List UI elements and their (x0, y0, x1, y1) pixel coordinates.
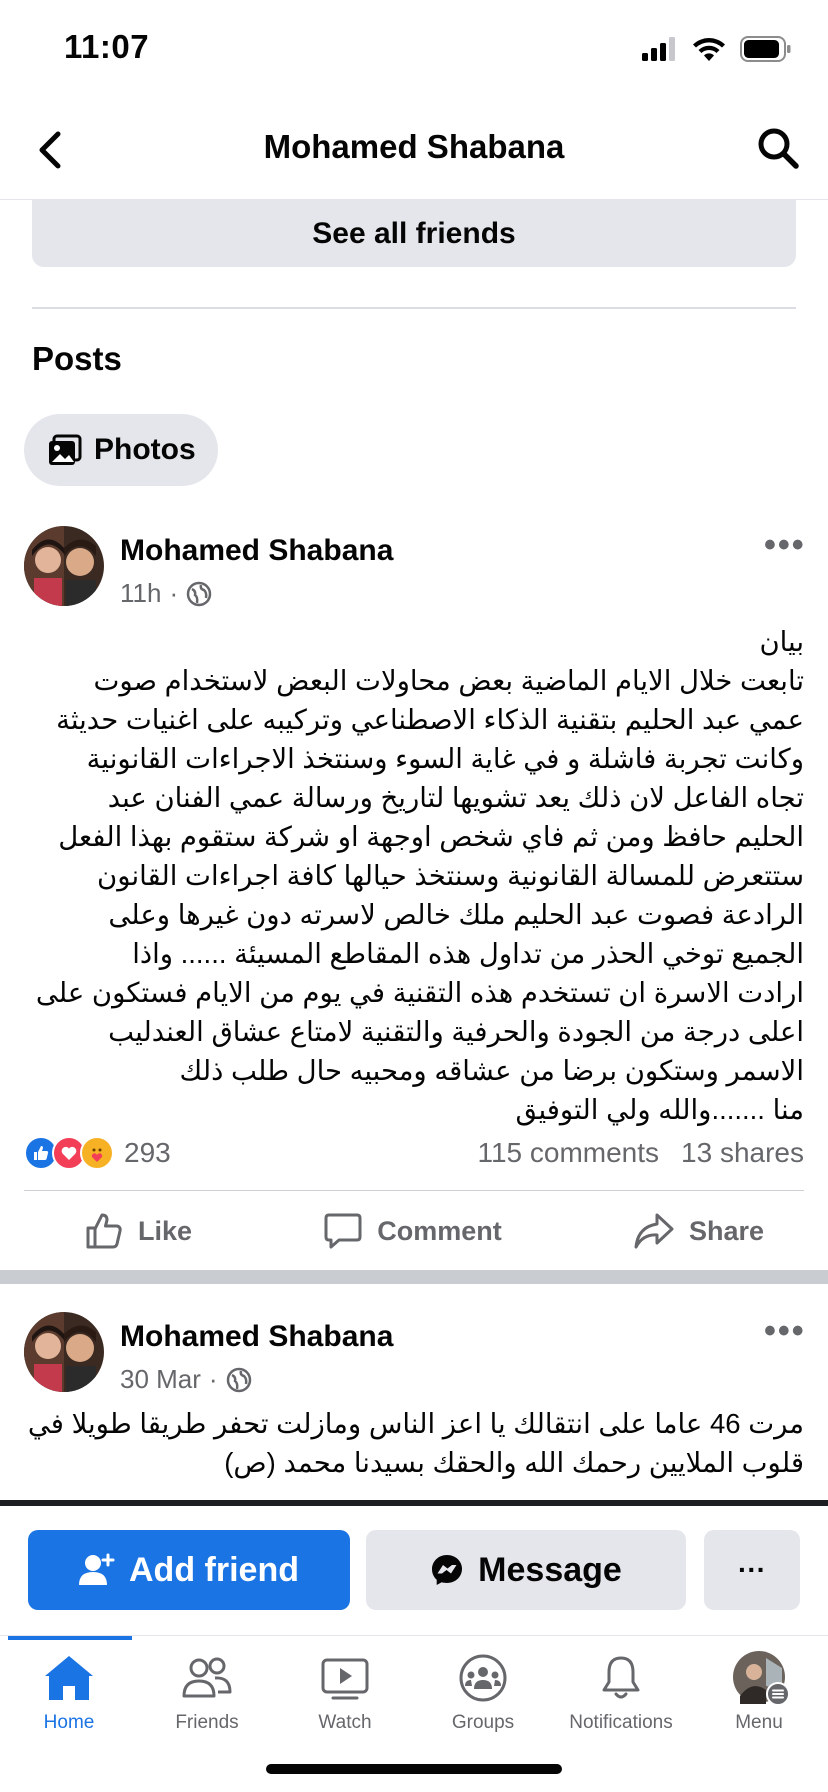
home-indicator (266, 1764, 562, 1774)
post-divider (24, 1190, 804, 1191)
post-body-line: الاسمر وستكون برضا من عشاقه ومحبيه حال ط… (179, 1055, 804, 1086)
photos-icon (49, 434, 82, 465)
add-person-icon (79, 1553, 115, 1585)
post-body-line: مرت 46 عاما على انتقالك يا اعز الناس وما… (27, 1408, 804, 1439)
tab-home[interactable]: Home (0, 1654, 138, 1734)
posts-heading: Posts (32, 340, 122, 377)
add-friend-label: Add friend (129, 1550, 299, 1589)
comment-button[interactable]: Comment (323, 1200, 502, 1262)
section-divider (32, 307, 796, 309)
tab-notifications[interactable]: Notifications (552, 1654, 690, 1734)
meta-separator: · (169, 578, 179, 608)
tab-watch[interactable]: Watch (276, 1654, 414, 1734)
care-reaction-icon (80, 1136, 114, 1170)
share-arrow-icon (634, 1213, 674, 1249)
post-body-line: تابعت خلال الايام الماضية بعض محاولات ال… (93, 665, 804, 696)
reaction-count: 293 (124, 1137, 171, 1168)
friends-icon (182, 1657, 232, 1698)
tab-friends[interactable]: Friends (138, 1654, 276, 1734)
add-friend-button[interactable]: Add friend (28, 1530, 350, 1610)
search-icon[interactable] (756, 126, 800, 170)
post-meta: 30 Mar · (120, 1364, 252, 1395)
post-body-line: منا .......والله ولي التوفيق (515, 1094, 804, 1125)
post-actions: Like Comment Share (24, 1200, 804, 1262)
wifi-icon (693, 38, 725, 61)
thumbs-up-icon (86, 1213, 122, 1249)
battery-icon (740, 36, 791, 62)
post-body-line: ستتعرض للمسالة القانونية وسنتخذ حيالها ك… (97, 860, 804, 891)
post-body-line: تجاه الفاعل لان ذلك يعد تشويها لتاريخ ور… (107, 782, 804, 813)
post-body: مرت 46 عاما على انتقالك يا اعز الناس وما… (24, 1404, 804, 1482)
post-body-line: الرادعة فصوت عبد الحليم ملك خالص لاسرته … (108, 899, 804, 930)
message-label: Message (478, 1550, 622, 1589)
photos-chip-label: Photos (94, 433, 196, 466)
tab-label: Groups (451, 1712, 515, 1733)
photos-filter-chip[interactable]: Photos (24, 414, 218, 486)
post-author-name[interactable]: Mohamed Shabana (120, 1320, 393, 1354)
status-time: 11:07 (64, 28, 150, 65)
post-body-line: وكانت تجربة فاشلة و في غاية السوء وسنتخذ… (86, 743, 804, 774)
post-body-line: قلوب الملايين رحمك الله والحقك بسيدنا مح… (224, 1447, 804, 1478)
post-body-line: الجميع توخي الحذر من تداول هذه المقاطع ا… (132, 938, 804, 969)
shares-count[interactable]: 13 shares (681, 1137, 804, 1169)
post-body-line: بيان (759, 626, 804, 657)
post-body-line: الحليم حافظ ومن ثم فاي شخص اوجهة او شركة… (58, 821, 804, 852)
profile-action-bar: Add friend Message ··· (0, 1506, 828, 1636)
comment-bubble-icon (324, 1213, 362, 1249)
tab-label: Menu (735, 1712, 783, 1733)
post-body-line: عمي عبد الحليم بتقنية الذكاء الاصطناعي و… (56, 704, 804, 735)
comments-count[interactable]: 115 comments (477, 1137, 659, 1169)
menu-lines-icon (766, 1682, 790, 1706)
see-all-friends-button[interactable]: See all friends (32, 200, 796, 267)
home-icon (45, 1656, 93, 1700)
post-body-line: ارادت الاسرة ان تستخدم هذه التقنية في يو… (35, 977, 804, 1008)
globe-icon (226, 1367, 251, 1392)
more-options-button[interactable]: ··· (704, 1530, 800, 1610)
like-button[interactable]: Like (84, 1200, 192, 1262)
post-author-avatar[interactable] (24, 526, 104, 606)
post-meta: 11h · (120, 578, 212, 609)
comment-label: Comment (377, 1215, 502, 1246)
like-label: Like (138, 1215, 193, 1246)
reaction-icons (24, 1136, 114, 1170)
post-author-name[interactable]: Mohamed Shabana (120, 534, 393, 568)
cellular-signal-icon (642, 37, 675, 61)
post-body-line: اعلى درجة من الجودة والحرفية والتقنية لا… (108, 1016, 804, 1047)
tab-menu[interactable]: Menu (690, 1651, 828, 1734)
bell-icon (602, 1656, 640, 1699)
profile-header: Mohamed Shabana (0, 100, 828, 200)
post-author-avatar[interactable] (24, 1312, 104, 1392)
feed-separator (0, 1270, 828, 1284)
messenger-icon (432, 1555, 463, 1585)
active-tab-indicator (8, 1636, 132, 1640)
meta-separator: · (208, 1364, 218, 1394)
watch-icon (321, 1658, 369, 1700)
reactions-summary[interactable]: 293 115 comments 13 shares (24, 1128, 804, 1178)
engagement-counts: 115 comments 13 shares (477, 1137, 804, 1169)
tab-label: Watch (318, 1712, 372, 1733)
post-options-button[interactable]: ••• (764, 1312, 806, 1351)
tab-label: Home (43, 1712, 95, 1733)
tab-label: Friends (175, 1712, 239, 1733)
tab-groups[interactable]: Groups (414, 1654, 552, 1734)
share-label: Share (688, 1215, 764, 1246)
post-time: 11h (120, 578, 162, 608)
message-button[interactable]: Message (366, 1530, 686, 1610)
groups-icon (459, 1654, 507, 1702)
post-body: بيان تابعت خلال الايام الماضية بعض محاول… (24, 622, 804, 1129)
status-icons (642, 36, 792, 62)
globe-icon (186, 581, 212, 606)
menu-avatar (732, 1650, 790, 1706)
share-button[interactable]: Share (633, 1200, 764, 1262)
post-time: 30 Mar (120, 1364, 201, 1394)
post-options-button[interactable]: ••• (764, 526, 806, 565)
tab-label: Notifications (569, 1712, 673, 1733)
page-title: Mohamed Shabana (263, 128, 565, 165)
